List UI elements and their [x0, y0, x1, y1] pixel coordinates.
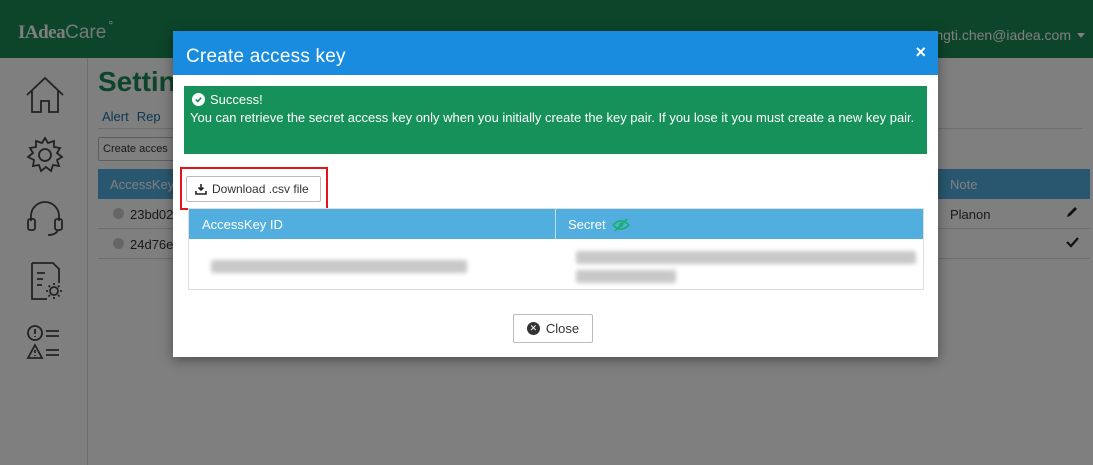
dialog-title: Create access key: [186, 46, 346, 67]
alert-message: You can retrieve the secret access key o…: [190, 110, 915, 125]
create-access-key-dialog: Create access key × Success! You can ret…: [173, 31, 938, 357]
close-icon[interactable]: ×: [915, 42, 926, 63]
check-circle-icon: [192, 93, 205, 106]
column-secret: Secret: [568, 217, 630, 232]
column-separator: [555, 209, 556, 239]
new-key-table-header: AccessKey ID Secret: [189, 209, 923, 239]
download-label: Download .csv file: [212, 182, 309, 196]
column-secret-label: Secret: [568, 217, 606, 232]
alert-title-row: Success!: [192, 91, 921, 108]
success-alert: Success! You can retrieve the secret acc…: [184, 86, 927, 154]
new-key-table: AccessKey ID Secret: [188, 208, 924, 290]
close-circle-icon: ✕: [526, 322, 540, 335]
column-accesskey-id: AccessKey ID: [202, 217, 283, 232]
alert-title: Success!: [210, 92, 263, 107]
download-csv-button[interactable]: Download .csv file: [186, 176, 321, 202]
eye-slash-icon[interactable]: [611, 217, 630, 232]
secret-value-line-1: [576, 251, 916, 264]
access-key-id-value: [211, 260, 467, 273]
close-button[interactable]: ✕ Close: [513, 314, 593, 343]
secret-value-line-2: [576, 270, 676, 283]
dialog-header: Create access key ×: [173, 31, 938, 75]
close-label: Close: [545, 321, 580, 336]
download-icon: [195, 184, 207, 195]
